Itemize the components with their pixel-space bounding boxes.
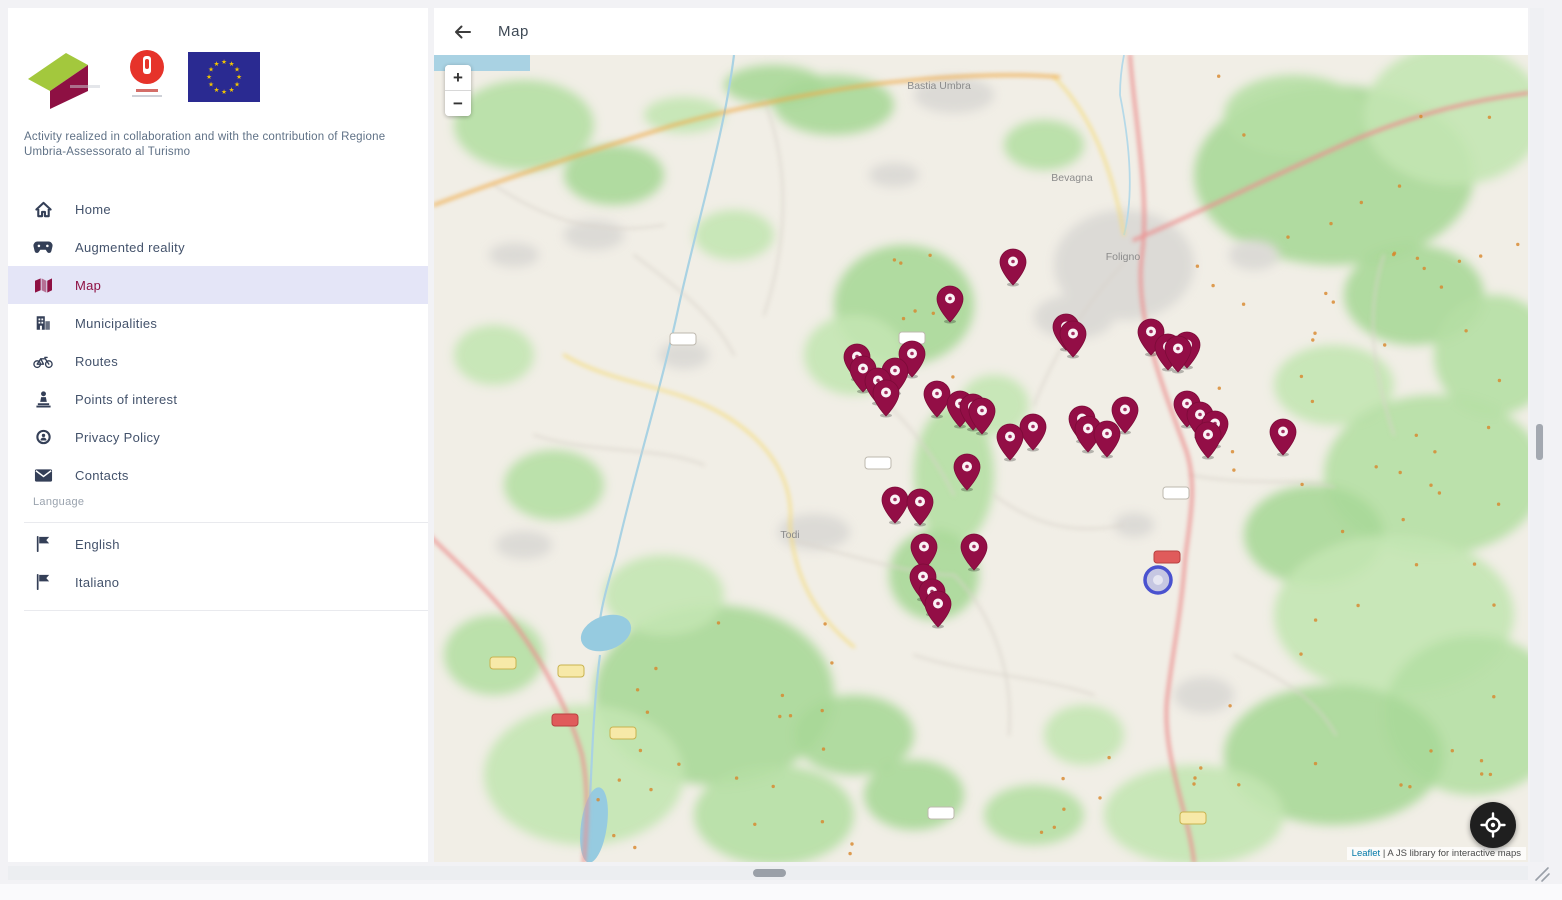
- sidebar-item-label: Home: [75, 201, 111, 217]
- arrow-left-icon: [455, 25, 471, 38]
- flag-icon: [33, 572, 53, 592]
- flag-icon: [33, 534, 53, 554]
- road-shield: [864, 456, 892, 470]
- home-icon: [33, 199, 53, 219]
- road-shield: [1162, 486, 1190, 500]
- back-button[interactable]: [448, 18, 476, 46]
- language-item-italiano[interactable]: Italiano: [8, 563, 428, 601]
- svg-text:★: ★: [221, 58, 227, 66]
- bicycle-icon: [33, 351, 53, 371]
- eu-flag: ★ ★ ★ ★ ★ ★ ★ ★ ★ ★ ★ ★: [188, 52, 260, 102]
- sidebar-item-augmented-reality[interactable]: Augmented reality: [8, 228, 428, 266]
- map-canvas[interactable]: Todi Foligno Bastia Umbra Bevagna + − Leafl…: [434, 55, 1528, 862]
- town-label: Bevagna: [1051, 172, 1093, 184]
- road-shield: [669, 332, 697, 346]
- svg-text:★: ★: [236, 73, 242, 81]
- sidebar-item-label: Map: [75, 277, 102, 293]
- language-menu: English Italiano: [8, 525, 428, 601]
- map-attribution: Leaflet | A JS library for interactive m…: [1346, 847, 1526, 860]
- language-section-label: Language: [33, 496, 85, 508]
- sidebar-item-home[interactable]: Home: [8, 190, 428, 228]
- language-item-label: English: [75, 536, 120, 552]
- vertical-scrollbar-thumb[interactable]: [1536, 424, 1543, 460]
- road-shield: [1153, 550, 1181, 564]
- town-label: Bastia Umbra: [907, 80, 971, 92]
- svg-text:★: ★: [234, 66, 240, 74]
- red-emblem-logo: [124, 45, 170, 109]
- zoom-out-button[interactable]: −: [445, 90, 471, 116]
- svg-text:★: ★: [208, 81, 214, 89]
- svg-text:★: ★: [214, 86, 220, 94]
- envelope-icon: [33, 465, 53, 485]
- town-label: Foligno: [1106, 251, 1141, 263]
- sidebar: ★ ★ ★ ★ ★ ★ ★ ★ ★ ★ ★ ★ Activity realized in collab…: [8, 8, 428, 862]
- bottom-strip: [0, 884, 1562, 900]
- town-label: Todi: [780, 529, 799, 541]
- attribution-text: | A JS library for interactive maps: [1380, 848, 1521, 859]
- resize-handle[interactable]: [1532, 864, 1552, 884]
- logo-row: ★ ★ ★ ★ ★ ★ ★ ★ ★ ★ ★ ★: [22, 42, 260, 112]
- svg-text:★: ★: [214, 60, 220, 68]
- svg-text:★: ★: [229, 86, 235, 94]
- zoom-in-button[interactable]: +: [445, 65, 471, 90]
- poi-icon: [33, 389, 53, 409]
- sidebar-item-map[interactable]: Map: [8, 266, 428, 304]
- divider: [24, 610, 428, 611]
- locate-target-icon: [1480, 812, 1506, 838]
- svg-text:★: ★: [221, 88, 227, 96]
- sidebar-item-contacts[interactable]: Contacts: [8, 456, 428, 494]
- map-topbar: Map: [434, 8, 1528, 55]
- sidebar-item-label: Augmented reality: [75, 239, 185, 255]
- language-item-english[interactable]: English: [8, 525, 428, 563]
- partner-logo: [22, 45, 106, 109]
- sidebar-item-municipalities[interactable]: Municipalities: [8, 304, 428, 342]
- sidebar-item-routes[interactable]: Routes: [8, 342, 428, 380]
- sidebar-item-label: Municipalities: [75, 315, 158, 331]
- road-shield: [557, 664, 585, 678]
- sidebar-item-privacy-policy[interactable]: Privacy Policy: [8, 418, 428, 456]
- sidebar-item-points-of-interest[interactable]: Points of interest: [8, 380, 428, 418]
- language-item-label: Italiano: [75, 574, 120, 590]
- road-shield: [489, 656, 517, 670]
- sidebar-item-label: Privacy Policy: [75, 429, 161, 445]
- horizontal-scrollbar-thumb[interactable]: [753, 869, 786, 877]
- svg-text:★: ★: [234, 81, 240, 89]
- sidebar-item-label: Contacts: [75, 467, 129, 483]
- road-shield: [609, 726, 637, 740]
- leaflet-link[interactable]: Leaflet: [1352, 848, 1381, 859]
- main-panel: Map Todi Foligno Bastia Umbra Bevagna + …: [434, 8, 1528, 862]
- credit-text: Activity realized in collaboration and w…: [24, 131, 386, 158]
- divider: [24, 522, 428, 523]
- sidebar-item-label: Routes: [75, 353, 118, 369]
- road-shield: [927, 806, 955, 820]
- road-shield: [551, 713, 579, 727]
- controller-icon: [33, 237, 53, 257]
- svg-text:★: ★: [206, 73, 212, 81]
- sidebar-menu: Home Augmented reality Map Municipalities Ro…: [8, 190, 428, 494]
- page-title: Map: [498, 23, 529, 40]
- buildings-icon: [33, 313, 53, 333]
- road-shield: [1179, 811, 1207, 825]
- locate-button[interactable]: [1470, 802, 1516, 848]
- map-icon: [33, 275, 53, 295]
- zoom-control: + −: [445, 65, 471, 116]
- current-location-marker: [1143, 565, 1173, 595]
- badge-icon: [33, 427, 53, 447]
- sidebar-item-label: Points of interest: [75, 391, 178, 407]
